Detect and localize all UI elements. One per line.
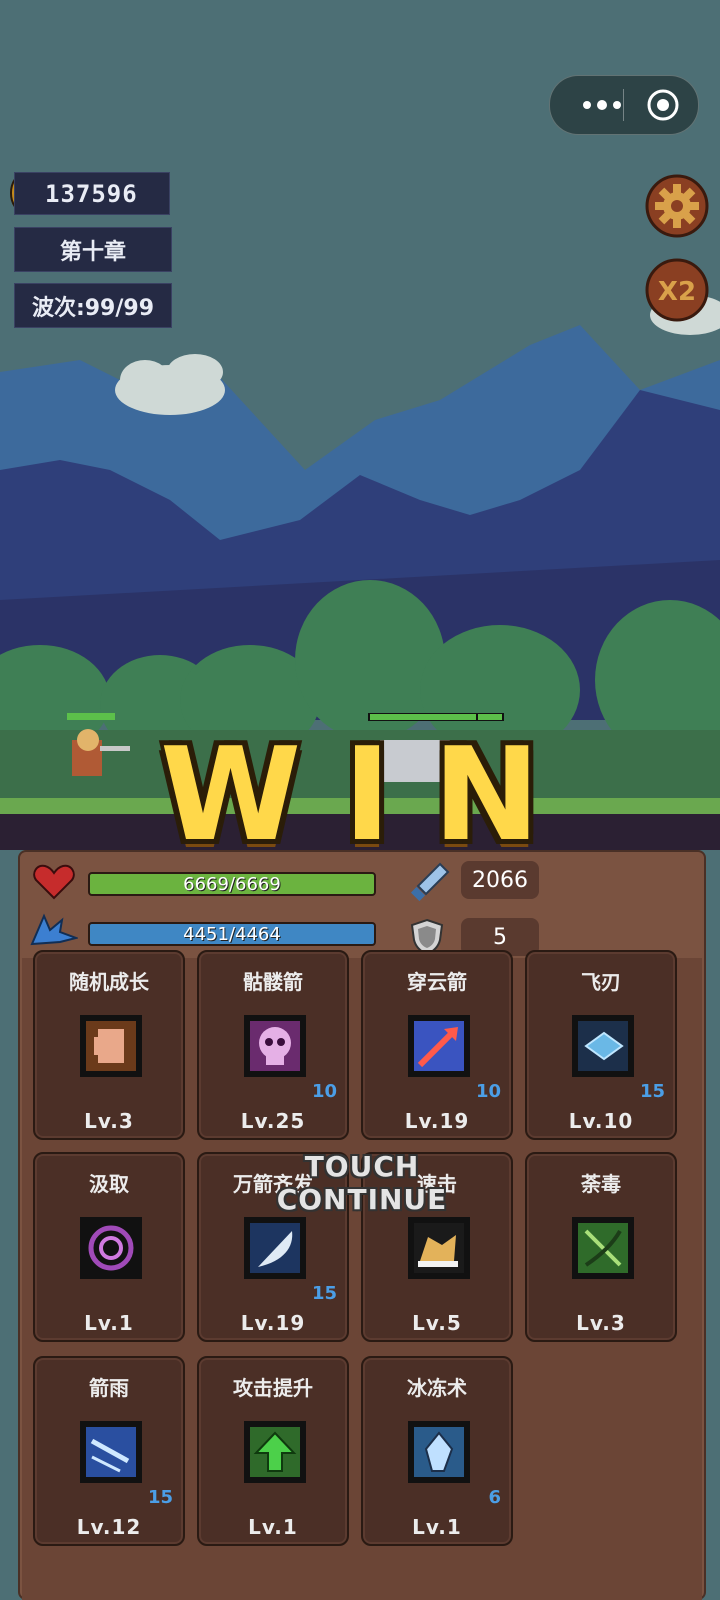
hp-bar: 6669/6669: [88, 872, 376, 896]
skill-level: Lv.3: [84, 1109, 134, 1133]
ice-crystal-icon: [408, 1421, 470, 1483]
x2-label: X2: [658, 277, 696, 307]
skill-count: 15: [639, 1081, 665, 1102]
arrow-icon: [408, 1015, 470, 1077]
settings-gear-button[interactable]: [645, 174, 709, 238]
skill-card[interactable]: 飞刃 15 Lv.10: [525, 950, 677, 1140]
skill-name: 冰冻术: [407, 1376, 467, 1400]
win-letter-i: I: [343, 721, 391, 870]
skill-count: 10: [311, 1081, 337, 1102]
skill-level: Lv.25: [240, 1109, 306, 1133]
up-arrow-icon: [244, 1421, 306, 1483]
skill-name: 攻击提升: [233, 1376, 313, 1400]
skill-name: 飞刃: [581, 970, 621, 994]
win-banner: W I N: [160, 721, 540, 870]
skill-name: 汲取: [89, 1172, 129, 1196]
attack-value: 2066: [461, 861, 539, 899]
wave-counter: 波次:99/99: [14, 283, 172, 328]
fist-icon: [80, 1015, 142, 1077]
coin-counter: 137596: [14, 172, 170, 215]
skill-name: 穿云箭: [407, 970, 467, 994]
vortex-icon: [80, 1217, 142, 1279]
skill-count: 10: [475, 1081, 501, 1102]
skill-card[interactable]: 箭雨 15 Lv.12: [33, 1356, 185, 1546]
skill-count: 15: [311, 1283, 337, 1304]
arrow-rain-icon: [80, 1421, 142, 1483]
mini-program-capsule: [549, 75, 699, 135]
skill-card[interactable]: 汲取 Lv.1: [33, 1152, 185, 1342]
poison-bow-icon: [572, 1217, 634, 1279]
skill-name: 荼毒: [581, 1172, 621, 1196]
skill-level: Lv.19: [240, 1311, 306, 1335]
feather-icon: [244, 1217, 306, 1279]
skill-level: Lv.19: [404, 1109, 470, 1133]
speed-x2-button[interactable]: X2: [645, 258, 709, 322]
skill-level: Lv.1: [84, 1311, 134, 1335]
skill-count: 15: [147, 1487, 173, 1508]
skill-name: 随机成长: [69, 970, 149, 994]
skill-card[interactable]: 随机成长 Lv.3: [33, 950, 185, 1140]
touch-continue-prompt[interactable]: TOUCH CONTINUE: [217, 1150, 507, 1216]
mana-wing-icon: [30, 913, 78, 946]
skill-level: Lv.1: [248, 1515, 298, 1539]
skill-level: Lv.10: [568, 1109, 634, 1133]
skill-level: Lv.5: [412, 1311, 462, 1335]
skill-name: 骷髅箭: [243, 970, 303, 994]
blade-icon: [572, 1015, 634, 1077]
speed-boot-icon: [408, 1217, 470, 1279]
more-menu-icon[interactable]: [574, 96, 630, 114]
skull-icon: [244, 1015, 306, 1077]
mp-bar: 4451/4464: [88, 922, 376, 946]
close-target-icon[interactable]: [646, 88, 680, 122]
chapter-label: 第十章: [14, 227, 172, 272]
skill-level: Lv.12: [76, 1515, 142, 1539]
skill-card[interactable]: 骷髅箭 10 Lv.25: [197, 950, 349, 1140]
sword-icon: [410, 862, 450, 902]
win-letter-n: N: [432, 721, 540, 870]
skill-card[interactable]: 冰冻术 6 Lv.1: [361, 1356, 513, 1546]
skill-count: 6: [488, 1487, 501, 1508]
skill-card[interactable]: 荼毒 Lv.3: [525, 1152, 677, 1342]
skill-name: 箭雨: [89, 1376, 129, 1400]
skill-level: Lv.3: [576, 1311, 626, 1335]
skill-card[interactable]: 穿云箭 10 Lv.19: [361, 950, 513, 1140]
heart-icon: [33, 864, 75, 900]
win-letter-w: W: [160, 721, 302, 870]
skill-level: Lv.1: [412, 1515, 462, 1539]
skill-card[interactable]: 攻击提升 Lv.1: [197, 1356, 349, 1546]
